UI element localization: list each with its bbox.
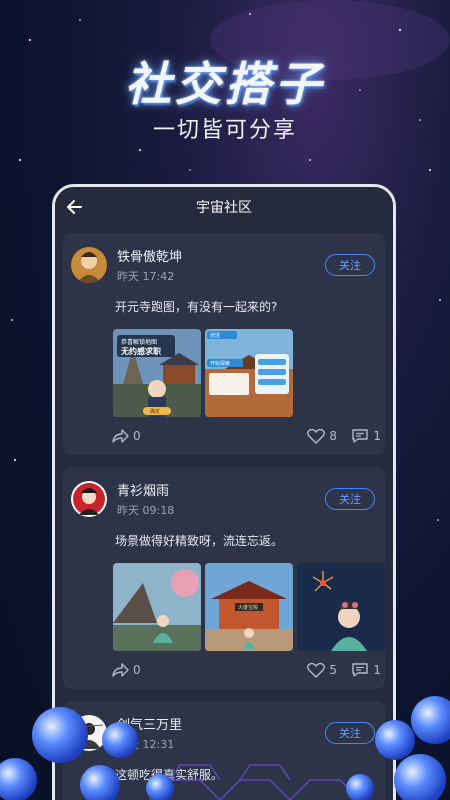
- hero-title: 社交搭子: [125, 57, 325, 111]
- post-card[interactable]: 剑气三万里 昨天 12:31 关注 这顿吃得真实舒服。: [63, 701, 385, 800]
- comment-icon: [352, 429, 369, 443]
- share-icon: [112, 663, 129, 677]
- comment-action[interactable]: 1: [351, 662, 381, 678]
- comment-count: 1: [373, 429, 381, 443]
- image-caption: 创活: [210, 332, 220, 339]
- post-actions: 0 8 1: [63, 417, 385, 445]
- like-count: 5: [329, 663, 337, 677]
- share-count: 0: [133, 663, 141, 677]
- post-text: 这顿吃得真实舒服。: [115, 768, 224, 782]
- user-name[interactable]: 铁骨傲乾坤: [117, 246, 325, 265]
- post-text: 开元寺跑图，有没有一起来的?: [115, 300, 278, 314]
- post-images: 恭喜解锁地图 无约感求职 确定 创活 开始探索: [63, 315, 385, 417]
- post-card[interactable]: 青衫烟雨 昨天 09:18 关注 场景做得好精致呀，流连忘返。 大雄宝殿 0 5…: [63, 467, 385, 689]
- phone-frame: 宇宙社区 铁骨傲乾坤 昨天 17:42 关注 开元寺跑图，有没有一起来的? 恭喜…: [52, 184, 396, 800]
- page-title: 宇宙社区: [196, 200, 252, 216]
- user-name[interactable]: 剑气三万里: [117, 714, 325, 733]
- user-name[interactable]: 青衫烟雨: [117, 480, 325, 499]
- image-caption: 无约感求职: [120, 346, 161, 356]
- comment-icon: [352, 663, 369, 677]
- post-image[interactable]: [297, 563, 385, 651]
- comment-count: 1: [373, 663, 381, 677]
- heart-icon: [307, 428, 326, 444]
- post-image[interactable]: 恭喜解锁地图 无约感求职 确定: [113, 329, 201, 417]
- post-time: 昨天 09:18: [117, 504, 175, 517]
- post-actions: 0 5 1: [63, 651, 385, 679]
- share-action[interactable]: 0: [111, 428, 141, 444]
- follow-button[interactable]: 关注: [325, 254, 375, 276]
- like-action[interactable]: 8: [307, 428, 337, 444]
- avatar[interactable]: [71, 247, 107, 283]
- avatar[interactable]: [71, 715, 107, 751]
- like-count: 8: [329, 429, 337, 443]
- back-arrow-icon[interactable]: [65, 197, 85, 217]
- post-time: 昨天 17:42: [117, 270, 175, 283]
- image-caption: 开始探索: [210, 360, 230, 367]
- image-caption: 恭喜解锁地图: [121, 338, 157, 346]
- like-action[interactable]: 5: [307, 662, 337, 678]
- share-count: 0: [133, 429, 141, 443]
- top-bar: 宇宙社区: [55, 187, 393, 227]
- heart-icon: [307, 662, 326, 678]
- share-action[interactable]: 0: [111, 662, 141, 678]
- post-feed: 铁骨傲乾坤 昨天 17:42 关注 开元寺跑图，有没有一起来的? 恭喜解锁地图: [63, 233, 385, 800]
- follow-button[interactable]: 关注: [325, 722, 375, 744]
- post-image[interactable]: [113, 563, 201, 651]
- post-text: 场景做得好精致呀，流连忘返。: [115, 534, 284, 548]
- post-image[interactable]: 大雄宝殿: [205, 563, 293, 651]
- image-caption: 大雄宝殿: [238, 604, 258, 611]
- post-image[interactable]: 创活 开始探索: [205, 329, 293, 417]
- post-time: 昨天 12:31: [117, 738, 175, 751]
- comment-action[interactable]: 1: [351, 428, 381, 444]
- post-images: 大雄宝殿: [63, 549, 385, 651]
- post-header: 青衫烟雨 昨天 09:18 关注: [63, 477, 385, 521]
- post-header: 剑气三万里 昨天 12:31 关注: [63, 711, 385, 755]
- avatar[interactable]: [71, 481, 107, 517]
- share-icon: [112, 429, 129, 443]
- post-header: 铁骨傲乾坤 昨天 17:42 关注: [63, 243, 385, 287]
- image-caption: 确定: [150, 408, 160, 415]
- post-card[interactable]: 铁骨傲乾坤 昨天 17:42 关注 开元寺跑图，有没有一起来的? 恭喜解锁地图: [63, 233, 385, 455]
- follow-button[interactable]: 关注: [325, 488, 375, 510]
- hero-subtitle: 一切皆可分享: [152, 118, 297, 143]
